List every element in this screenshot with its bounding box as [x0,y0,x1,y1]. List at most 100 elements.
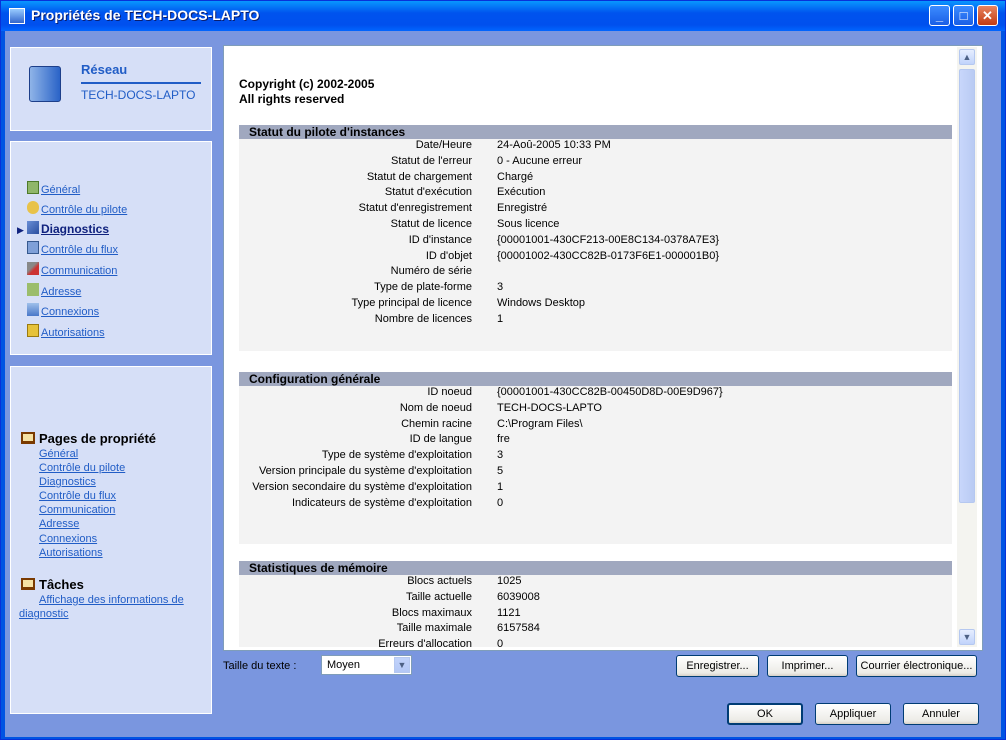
apply-button[interactable]: Appliquer [815,703,891,725]
property-value: fre [497,433,510,446]
diagnostics-icon [27,221,39,234]
property-row: Type principal de licence Windows Desktop [239,297,952,313]
property-value: Enregistré [497,202,548,215]
property-value: 0 - Aucune erreur [497,154,582,167]
nav-item-flow-control[interactable]: Contrôle du flux [27,240,119,258]
ok-button[interactable]: OK [727,703,803,725]
close-button[interactable]: ✕ [977,5,998,26]
property-row: Statut de licence Sous licence [239,218,952,234]
nav-item-diagnostics[interactable]: Diagnostics [27,220,109,238]
property-value: Sous licence [497,217,560,230]
text-size-select[interactable]: Moyen ▼ [321,655,412,675]
property-value: 0 [497,638,504,647]
page-link-general[interactable]: Général [39,448,78,460]
vertical-scrollbar[interactable]: ▲ ▼ [957,47,977,647]
rights-text: All rights reserved [239,92,345,106]
property-row: Blocs actuels 1025 [239,575,952,591]
property-key: Erreurs d'allocation [378,638,472,647]
scroll-up-button[interactable]: ▲ [959,49,975,65]
property-key: Numéro de série [390,265,472,278]
scroll-thumb[interactable] [959,69,975,503]
property-value: 6039008 [497,590,540,603]
property-row: Statut d'enregistrement Enregistré [239,202,952,218]
nav-item-label: Contrôle du pilote [41,204,128,216]
property-key: ID d'instance [408,233,472,246]
page-link-diagnostics[interactable]: Diagnostics [39,476,96,488]
property-value: Chargé [497,170,534,183]
nav-item-connections[interactable]: Connexions [27,302,100,320]
category-title: Réseau [81,62,128,77]
nav-item-permissions[interactable]: Autorisations [27,323,105,341]
chevron-down-icon[interactable]: ▼ [394,657,410,673]
property-value: 24-Aoû-2005 10:33 PM [497,139,611,151]
title-bar[interactable]: Propriétés de TECH-DOCS-LAPTO _ □ ✕ [1,1,1005,31]
nav-item-driver-control[interactable]: Contrôle du pilote [27,200,128,218]
property-pages-title: Pages de propriété [39,431,157,446]
category-underline [81,82,201,84]
property-row: Erreurs d'allocation 0 [239,638,952,647]
property-row: Date/Heure 24-Aoû-2005 10:33 PM [239,139,952,155]
print-button[interactable]: Imprimer... [767,655,848,677]
cancel-button[interactable]: Annuler [903,703,979,725]
property-value: {00001002-430CC82B-0173F6E1-000001B0} [497,249,720,262]
text-size-label: Taille du texte : [223,660,297,672]
scroll-down-button[interactable]: ▼ [959,629,975,645]
page-link-permissions[interactable]: Autorisations [39,547,103,559]
nav-item-label: Connexions [41,306,100,318]
address-icon [27,283,39,296]
task-link-line1[interactable]: Affichage des informations de [39,594,184,606]
property-value: 1 [497,480,504,493]
property-value: 5 [497,464,504,477]
property-row: ID d'instance {00001001-430CF213-00E8C134… [239,234,952,250]
book-icon [21,432,35,444]
property-row: Taille maximale 6157584 [239,622,952,638]
property-row: Numéro de série [239,265,952,281]
section-memory-stats: Statistiques de mémoire Blocs actuels 102… [239,561,952,647]
property-value: {00001001-430CC82B-00450D8D-00E9D967} [497,386,723,398]
property-key: Statut de chargement [366,170,472,183]
maximize-button[interactable]: □ [953,5,974,26]
property-value: 3 [497,281,504,294]
nav-item-label: Communication [41,265,118,277]
property-key: Statut de licence [390,217,472,230]
page-link-communication[interactable]: Communication [39,504,115,516]
property-row: Indicateurs de système d'exploitation 0 [239,497,952,513]
property-key: Type de système d'exploitation [321,449,472,462]
page-link-flow-control[interactable]: Contrôle du flux [39,490,116,502]
nav-item-label: Contrôle du flux [41,244,119,256]
page-link-driver-control[interactable]: Contrôle du pilote [39,462,125,474]
machine-name: TECH-DOCS-LAPTO [81,88,196,102]
tasks-title: Tâches [39,577,84,592]
document-icon [27,181,39,194]
property-row: Statut de l'erreur 0 - Aucune erreur [239,155,952,171]
property-key: Date/Heure [415,139,472,151]
property-key: Taille actuelle [405,590,472,603]
page-link-address[interactable]: Adresse [39,518,79,530]
window-title: Propriétés de TECH-DOCS-LAPTO [31,7,260,23]
nav-item-communication[interactable]: Communication [27,261,118,279]
property-key: Taille maximale [396,622,472,635]
property-key: Version secondaire du système d'exploita… [252,480,472,493]
property-row: ID de langue fre [239,433,952,449]
nav-item-label: Général [41,184,81,196]
property-key: Chemin racine [401,417,472,430]
email-button[interactable]: Courrier électronique... [856,655,977,677]
property-row: ID d'objet {00001002-430CC82B-0173F6E1-00… [239,250,952,266]
property-key: Type principal de licence [351,296,472,309]
property-row: Version secondaire du système d'exploita… [239,481,952,497]
nav-item-general[interactable]: Général [27,180,81,198]
property-key: ID noeud [427,386,472,398]
text-size-value: Moyen [327,659,361,671]
property-row: Type de système d'exploitation 3 [239,449,952,465]
tasks-heading: Tâches [21,577,84,592]
property-row: Chemin racine C:\Program Files\ [239,418,952,434]
task-link-line2[interactable]: diagnostic [19,608,69,620]
property-value: {00001001-430CF213-00E8C134-0378A7E3} [497,233,720,246]
save-button[interactable]: Enregistrer... [676,655,759,677]
property-key: Type de plate-forme [374,281,472,294]
minimize-button[interactable]: _ [929,5,950,26]
property-value: 1121 [497,606,521,619]
property-row: Type de plate-forme 3 [239,281,952,297]
page-link-connections[interactable]: Connexions [39,533,97,545]
nav-item-address[interactable]: Adresse [27,282,81,300]
